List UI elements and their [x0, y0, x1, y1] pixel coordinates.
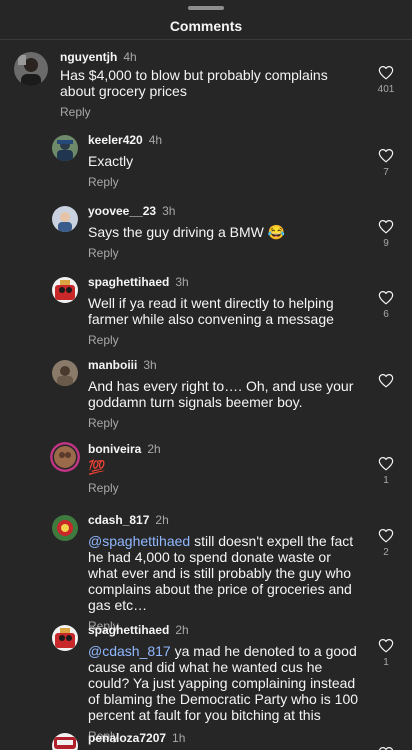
comment-text-body: Well if ya read it went directly to help… — [88, 295, 334, 327]
avatar[interactable] — [52, 515, 78, 541]
comment-text: And has every right to…. Oh, and use you… — [88, 378, 358, 410]
header-divider — [0, 39, 412, 40]
like-button[interactable] — [372, 746, 400, 750]
username[interactable]: keeler420 — [88, 133, 143, 147]
sheet-title: Comments — [169, 18, 243, 34]
like-button[interactable]: 9 — [372, 219, 400, 250]
timestamp: 1h — [172, 731, 186, 745]
heart-outline-icon — [378, 639, 394, 653]
like-count: 1 — [383, 475, 389, 486]
heart-outline-icon — [378, 747, 394, 750]
like-button[interactable]: 1 — [372, 638, 400, 669]
avatar[interactable] — [52, 625, 78, 651]
comment-text: Says the guy driving a BMW 😂 — [88, 224, 350, 240]
heart-outline-icon — [378, 529, 394, 543]
mention-link[interactable]: @spaghettihaed — [88, 533, 190, 549]
heart-outline-icon — [378, 291, 394, 305]
reply-button[interactable]: Reply — [88, 175, 119, 189]
avatar[interactable] — [52, 733, 78, 750]
username[interactable]: spaghettihaed — [88, 623, 169, 637]
like-count: 401 — [377, 84, 395, 95]
avatar[interactable] — [50, 442, 80, 472]
reply-button[interactable]: Reply — [88, 333, 119, 347]
like-button[interactable]: 7 — [372, 148, 400, 179]
like-count: 7 — [383, 167, 389, 178]
username[interactable]: cdash_817 — [88, 513, 149, 527]
avatar[interactable] — [52, 206, 78, 232]
like-button[interactable]: 2 — [372, 528, 400, 559]
mention-link[interactable]: @cdash_817 — [88, 643, 171, 659]
comment-text: 💯 — [88, 459, 350, 475]
comment-text: @spaghettihaed still doesn't expell the … — [88, 533, 358, 613]
username[interactable]: spaghettihaed — [88, 275, 169, 289]
comment-text-body: Has $4,000 to blow but probably complain… — [60, 67, 328, 99]
like-button[interactable] — [372, 373, 400, 392]
drag-handle[interactable] — [188, 6, 224, 10]
comment-text-body: Exactly — [88, 153, 134, 169]
comment-text-body: 💯 — [88, 459, 106, 475]
reply-button[interactable]: Reply — [60, 105, 91, 119]
heart-outline-icon — [378, 220, 394, 234]
like-count: 1 — [383, 657, 389, 668]
reply-button[interactable]: Reply — [88, 246, 119, 260]
avatar[interactable] — [52, 360, 78, 386]
like-button[interactable]: 401 — [372, 65, 400, 96]
username[interactable]: manboiii — [88, 358, 137, 372]
heart-outline-icon — [378, 457, 394, 471]
username[interactable]: nguyentjh — [60, 50, 117, 64]
comment-text: Exactly — [88, 153, 350, 169]
heart-outline-icon — [378, 374, 394, 388]
avatar[interactable] — [14, 52, 48, 86]
username[interactable]: penaloza7207 — [88, 731, 166, 745]
comment-text-body: Says the guy driving a BMW 😂 — [88, 224, 286, 240]
reply-button[interactable]: Reply — [88, 481, 119, 495]
timestamp: 3h — [143, 358, 157, 372]
timestamp: 2h — [155, 513, 169, 527]
avatar[interactable] — [52, 277, 78, 303]
like-count: 9 — [383, 238, 389, 249]
timestamp: 2h — [147, 442, 161, 456]
timestamp: 4h — [148, 133, 163, 147]
reply-button[interactable]: Reply — [88, 416, 119, 430]
timestamp: 2h — [175, 623, 189, 637]
like-button[interactable]: 6 — [372, 290, 400, 321]
comment-text: @cdash_817 ya mad he denoted to a good c… — [88, 643, 358, 723]
username[interactable]: boniveira — [88, 442, 141, 456]
like-button[interactable]: 1 — [372, 456, 400, 487]
timestamp: 3h — [175, 275, 189, 289]
avatar[interactable] — [52, 135, 78, 161]
comment-text-body: And has every right to…. Oh, and use you… — [88, 378, 354, 410]
comment-text: Has $4,000 to blow but probably complain… — [60, 67, 350, 99]
like-count: 2 — [383, 547, 389, 558]
timestamp: 4h — [123, 50, 137, 64]
comment-text: Well if ya read it went directly to help… — [88, 295, 358, 327]
timestamp: 3h — [162, 204, 176, 218]
heart-outline-icon — [378, 66, 394, 80]
username[interactable]: yoovee__23 — [88, 204, 156, 218]
like-count: 6 — [383, 309, 389, 320]
heart-outline-icon — [378, 149, 394, 163]
